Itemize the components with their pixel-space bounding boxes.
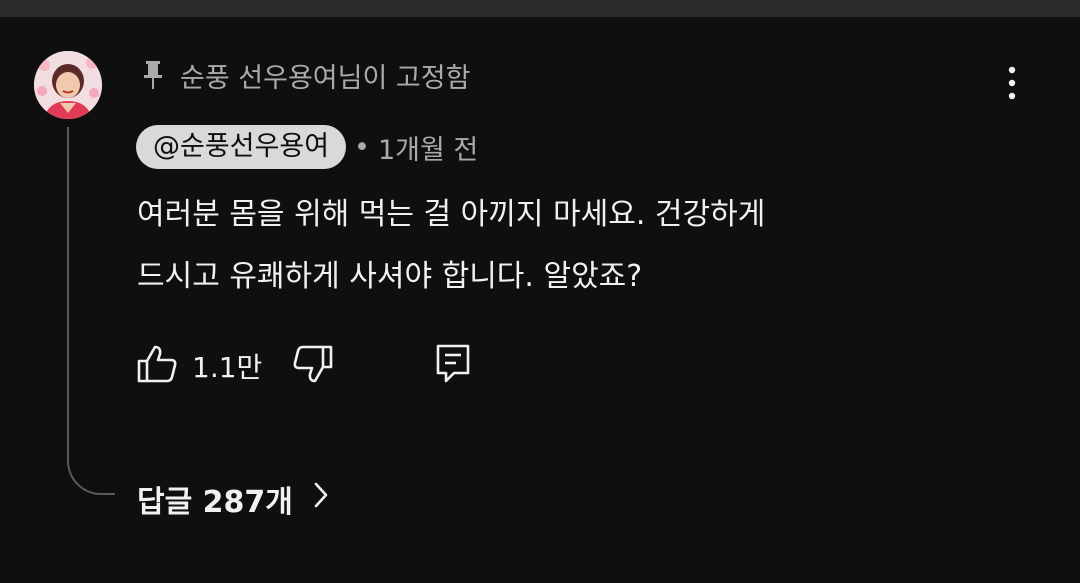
pinned-label: 순풍 선우용여님이 고정함 — [180, 62, 471, 94]
dislike-button[interactable] — [292, 344, 334, 388]
like-count: 1.1만 — [192, 351, 263, 384]
top-divider-bar — [0, 0, 1080, 17]
pin-icon — [142, 59, 164, 91]
comment-text-line: 여러분 몸을 위해 먹는 걸 아끼지 마세요. 건강하게 — [137, 197, 766, 232]
time-separator: • — [354, 131, 370, 163]
pinned-comment: 순풍 선우용여님이 고정함 @순풍선우용여 • 1개월 전 여러분 몸을 위해 … — [0, 17, 1080, 583]
pinned-indicator: 순풍 선우용여님이 고정함 — [142, 55, 470, 95]
comment-timestamp[interactable]: 1개월 전 — [378, 128, 478, 167]
like-button[interactable]: 1.1만 — [136, 344, 262, 388]
thumbs-up-icon — [136, 344, 178, 388]
comment-actions: 1.1만 — [136, 341, 472, 391]
reply-thread-line — [67, 127, 115, 495]
author-handle[interactable]: @순풍선우용여 — [136, 125, 347, 169]
comment-text-line: 드시고 유쾌하게 사셔야 합니다. 알았죠? — [137, 259, 643, 294]
comment-header: @순풍선우용여 • 1개월 전 — [136, 125, 478, 169]
reply-button[interactable] — [434, 343, 472, 389]
thumbs-down-icon — [292, 344, 334, 388]
replies-count-label: 답글 287개 — [137, 485, 293, 520]
more-vertical-icon — [1008, 66, 1016, 104]
comment-body: 여러분 몸을 위해 먹는 걸 아끼지 마세요. 건강하게 드시고 유쾌하게 사셔… — [137, 184, 997, 308]
avatar[interactable] — [34, 51, 102, 119]
reply-comment-icon — [434, 343, 472, 389]
more-options-button[interactable] — [996, 65, 1028, 105]
chevron-right-icon — [313, 481, 329, 517]
view-replies-button[interactable]: 답글 287개 — [137, 475, 329, 523]
